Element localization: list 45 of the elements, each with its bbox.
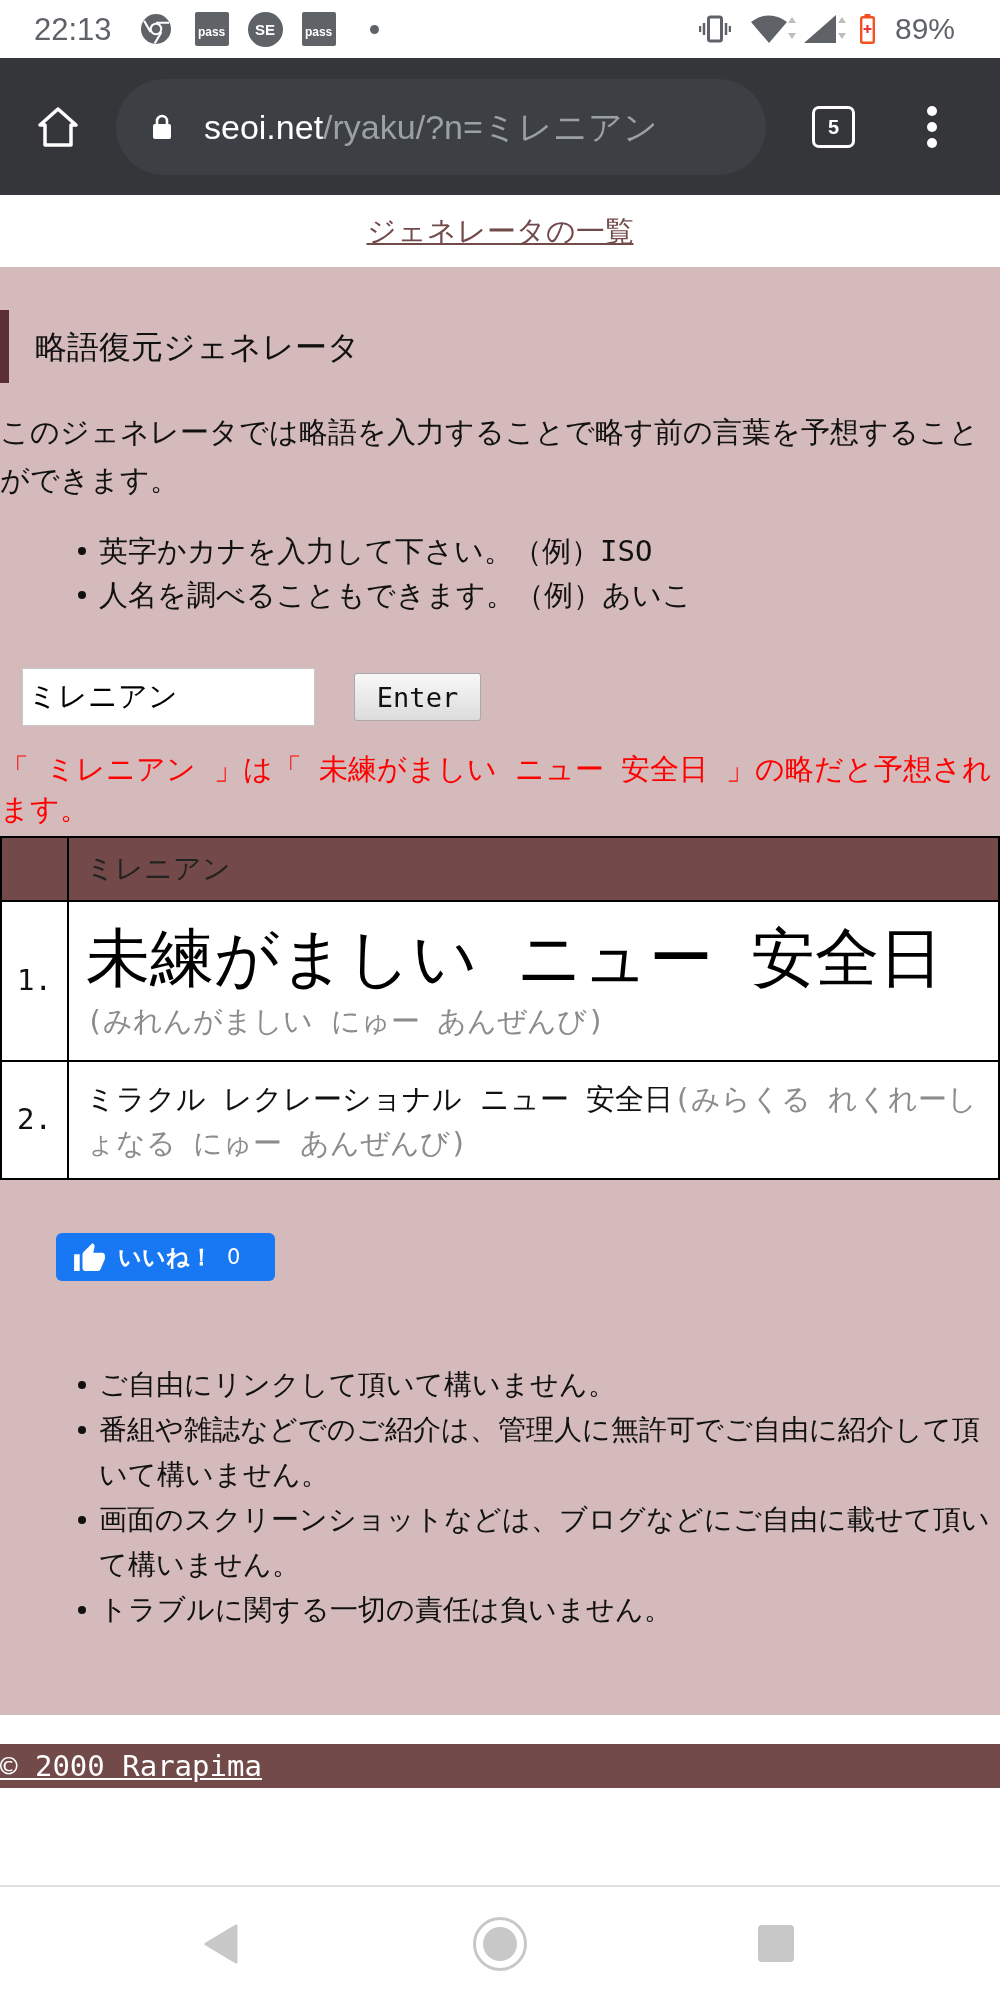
hint-text: 人名を調べることもできます。（例）あいこ (99, 577, 692, 614)
home-icon[interactable] (36, 104, 80, 149)
menu-icon[interactable] (927, 105, 937, 148)
note-text: トラブルに関する一切の責任は負いません。 (99, 1592, 673, 1628)
address-bar[interactable]: seoi.net/ryaku/?n=ミレニアン (116, 78, 766, 175)
row-number: 1. (1, 901, 68, 1061)
section-heading: 略語復元ジェネレータ (0, 310, 1000, 383)
note-text: 番組や雑誌などでのご紹介は、管理人に無許可でご自由に紹介して頂いて構いません。 (99, 1412, 981, 1493)
vibrate-icon (698, 15, 731, 43)
result-text: ミラクル レクレーショナル ニュー 安全日(みらくる れくれーしょなる にゅー あんぜんび) (86, 1081, 978, 1162)
home-ring-icon[interactable] (473, 1916, 527, 1971)
round-app-icon: SE (247, 11, 283, 47)
tab-switcher-button[interactable]: 5 (812, 105, 855, 148)
enter-button[interactable]: Enter (354, 673, 481, 721)
bullet-icon (78, 547, 86, 555)
battery-icon (859, 14, 875, 44)
result-message: 「 ミレニアン 」は「 未練がましい ニュー 安全日 」の略だと予想されます。 (0, 751, 993, 828)
back-icon[interactable] (204, 1923, 238, 1964)
thumbs-up-icon (74, 1243, 105, 1271)
recents-icon[interactable] (758, 1925, 794, 1962)
column-header: ミレニアン (68, 837, 999, 901)
result-reading: (みれんがましい にゅー あんぜんび) (86, 1003, 606, 1040)
browser-logo-icon (140, 14, 171, 44)
hint-text: 英字かカナを入力して下さい。（例）ISO (99, 533, 653, 570)
bullet-icon (78, 591, 86, 599)
battery-percent: 89% (894, 14, 955, 44)
wifi-icon (749, 13, 797, 45)
bullet-icon (78, 1425, 86, 1434)
pass-app-icon: pass (194, 12, 229, 46)
result-phrase: 未練がましい ニュー 安全日 (86, 920, 945, 997)
search-input[interactable]: ミレニアン (22, 668, 315, 726)
like-button[interactable]: いいね！ 0 (56, 1233, 275, 1281)
clock-time: 22:13 (34, 13, 112, 45)
lock-icon (152, 113, 172, 140)
copyright-link[interactable]: © 2000 Rarapima (0, 1744, 262, 1788)
pass-app-icon: pass (301, 12, 336, 46)
row-number: 2. (1, 1061, 68, 1179)
bullet-icon (78, 1515, 86, 1524)
generator-list-link[interactable]: ジェネレータの一覧 (366, 211, 634, 251)
url-text: seoi.net/ryaku/?n=ミレニアン (204, 109, 658, 144)
intro-paragraph: このジェネレータでは略語を入力することで略す前の言葉を予想することができます。 (0, 414, 980, 499)
bullet-icon (78, 1380, 86, 1389)
bullet-icon (78, 1605, 86, 1614)
note-text: ご自由にリンクして頂いて構いません。 (99, 1367, 617, 1403)
note-text: 画面のスクリーンショットなどは、ブログなどにご自由に載せて頂いて構いません。 (99, 1502, 991, 1583)
